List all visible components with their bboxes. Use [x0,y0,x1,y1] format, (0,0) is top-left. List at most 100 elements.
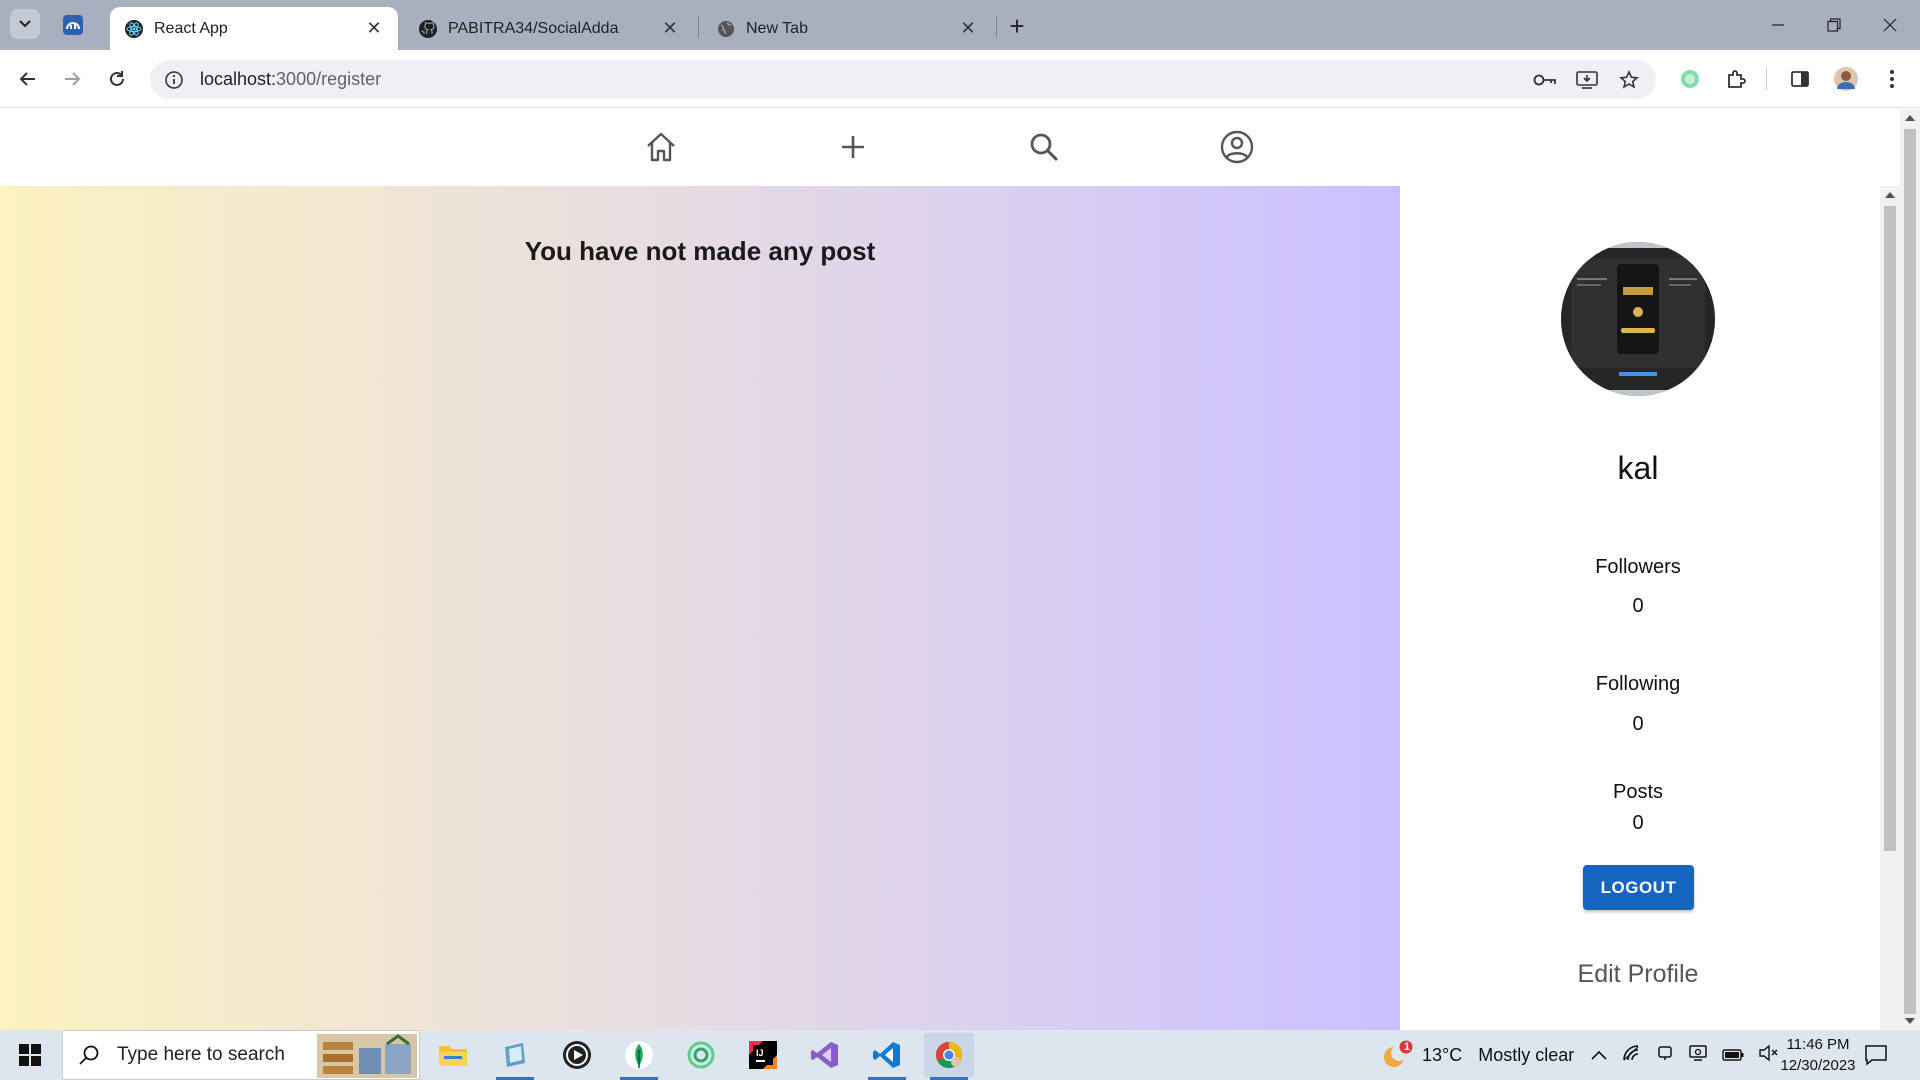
taskbar-app-circle[interactable] [676,1033,726,1077]
account-nav-button[interactable] [1217,127,1257,167]
minimize-button[interactable] [1750,0,1806,50]
search-icon [75,1041,103,1069]
clock-time: 11:46 PM [1786,1036,1850,1053]
followers-count: 0 [1632,595,1644,617]
search-icon [1030,133,1059,162]
close-window-button[interactable] [1862,0,1918,50]
address-bar[interactable]: localhost:3000/register [150,60,1656,99]
taskbar-media-player[interactable] [552,1033,602,1077]
meet-now-icon[interactable] [1656,1044,1674,1067]
search-highlight-icon [317,1034,417,1078]
page-scrollbar[interactable] [1900,109,1920,1030]
avatar-icon [1834,67,1858,91]
page-viewport: You have not made any post kal Followers… [0,109,1920,1030]
restore-icon [1827,18,1841,32]
extensions-button[interactable] [1720,63,1752,95]
reload-button[interactable] [101,63,133,95]
tab-separator [698,16,699,38]
profile-avatar-button[interactable] [1830,63,1862,95]
following-label[interactable]: Following [1400,673,1876,696]
logout-button[interactable]: LOGOUT [1583,865,1694,910]
back-button[interactable] [12,63,44,95]
taskbar-chrome[interactable] [924,1033,974,1080]
following-count: 0 [1632,713,1644,735]
inner-scrollbar[interactable] [1880,186,1900,1030]
battery-icon[interactable] [1722,1045,1744,1066]
home-nav-button[interactable] [641,127,681,167]
forward-button[interactable] [56,63,88,95]
browser-menu-button[interactable] [1876,63,1908,95]
arrow-left-icon [19,72,35,86]
tab-search-button[interactable] [10,9,40,39]
search-placeholder: Type here to search [117,1044,285,1065]
vscode-icon [873,1042,900,1068]
key-icon[interactable] [1532,67,1558,93]
tab-github[interactable]: PABITRA34/SocialAdda ✕ [404,7,694,50]
new-tab-button[interactable]: + [1002,11,1032,41]
start-button[interactable] [0,1030,60,1080]
tab-title: React App [154,19,228,37]
note-icon [505,1043,525,1067]
add-post-nav-button[interactable] [833,127,873,167]
install-app-icon[interactable] [1574,67,1600,93]
display-icon[interactable] [1688,1044,1708,1067]
profile-username: kal [1617,450,1659,486]
taskbar-clock[interactable]: 11:46 PM 12/30/2023 [1768,1034,1868,1076]
taskbar-search-box[interactable]: Type here to search [62,1030,420,1080]
system-tray [1590,1030,1778,1080]
scrollbar-thumb[interactable] [1884,206,1896,851]
chevron-up-icon[interactable] [1590,1045,1608,1066]
folder-icon [439,1046,467,1066]
tab-react-app[interactable]: React App ✕ [110,7,398,50]
scroll-up-icon[interactable] [1885,192,1895,198]
extension-button[interactable] [1674,63,1706,95]
reload-icon [110,71,124,86]
tab-title: PABITRA34/SocialAdda [448,19,619,37]
windows-taskbar: Type here to search IJ 1 13°C Mostly cle… [0,1030,1920,1080]
posts-count: 0 [1632,812,1644,834]
weather-desc: Mostly clear [1478,1044,1575,1065]
taskbar-file-explorer[interactable] [428,1033,478,1077]
svg-text:IJ: IJ [756,1048,764,1058]
close-icon[interactable]: ✕ [364,18,384,39]
clock-date: 12/30/2023 [1780,1057,1856,1074]
scroll-down-icon[interactable] [1905,1018,1915,1024]
network-icon[interactable] [1622,1044,1642,1067]
dashboard-icon [63,15,83,35]
search-nav-button[interactable] [1024,127,1064,167]
url-host: localhost: [200,69,277,89]
browser-toolbar: localhost:3000/register [0,50,1920,108]
side-panel-button[interactable] [1784,63,1816,95]
close-icon[interactable]: ✕ [958,18,978,39]
scrollbar-thumb[interactable] [1904,129,1916,1014]
followers-label[interactable]: Followers [1400,556,1876,579]
tab-new-tab[interactable]: New Tab ✕ [702,7,992,50]
taskbar-vscode[interactable] [862,1033,912,1080]
app-navbar [0,109,1900,186]
github-icon [418,19,438,39]
taskbar-notes-app[interactable] [490,1033,540,1080]
restore-button[interactable] [1806,0,1862,50]
extension-logo-icon [1681,70,1699,88]
profile-picture-icon [1561,242,1715,396]
weather-widget[interactable]: 1 13°C Mostly clear [1380,1030,1574,1080]
taskbar-mongodb-compass[interactable] [614,1033,664,1080]
globe-icon [716,19,736,39]
add-icon [842,136,864,158]
avatar[interactable] [1561,242,1715,396]
home-icon [647,132,675,162]
bookmark-star-icon[interactable] [1616,67,1642,93]
close-icon [1883,18,1897,32]
taskbar-visual-studio[interactable] [800,1033,850,1077]
notification-icon [1865,1045,1887,1066]
site-info-icon[interactable] [162,68,186,92]
notifications-button[interactable] [1864,1030,1888,1080]
edit-profile-link[interactable]: Edit Profile [1400,960,1876,989]
pinned-tab[interactable] [60,12,86,38]
tab-separator [996,16,997,38]
taskbar-intellij[interactable]: IJ [738,1033,788,1077]
close-icon[interactable]: ✕ [660,18,680,39]
browser-tab-strip: React App ✕ PABITRA34/SocialAdda ✕ New T… [0,0,1920,50]
scroll-up-icon[interactable] [1905,115,1915,121]
toolbar-divider [1766,68,1767,90]
